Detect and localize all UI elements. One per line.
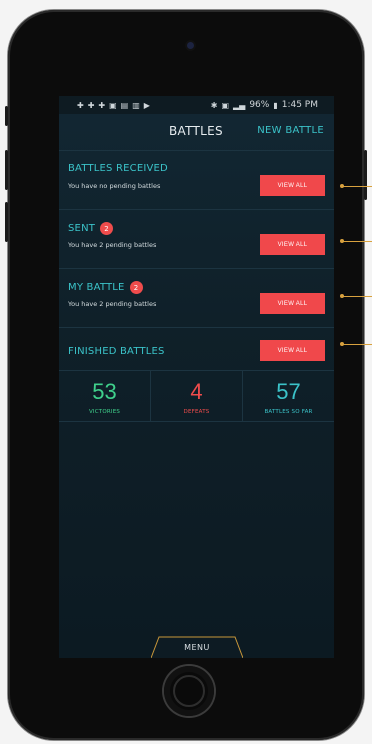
section-finished-battles: FINISHED BATTLES VIEW ALL: [59, 328, 334, 371]
pending-count-badge: 2: [100, 222, 114, 235]
stat-value: 53: [92, 379, 117, 404]
nfc-icon: ▣: [221, 100, 229, 110]
status-system-icons: ✱ ▣ ▂▄ 96% ▮ 1:45 PM: [211, 100, 318, 110]
callout-line: [342, 186, 372, 187]
view-all-sent-button[interactable]: VIEW ALL: [260, 234, 325, 255]
stat-value: 4: [190, 379, 203, 404]
section-battles-received: BATTLES RECEIVED You have no pending bat…: [59, 151, 334, 210]
app-screen: ✚ ✚ ✚ ▣ ▤ ▥ ▶ ✱ ▣ ▂▄ 96% ▮ 1:45 PM BATTL…: [59, 96, 334, 658]
section-title-text: MY BATTLE: [68, 282, 125, 293]
stat-label: BATTLES SO FAR: [264, 409, 313, 415]
notification-icon: ▣: [109, 100, 117, 110]
section-subtitle: You have 2 pending battles: [68, 241, 157, 249]
pending-count-badge: 2: [129, 281, 143, 294]
section-subtitle: You have no pending battles: [68, 182, 161, 190]
app-header: BATTLES NEW BATTLE: [59, 114, 334, 151]
new-battle-button[interactable]: NEW BATTLE: [257, 125, 324, 136]
stat-label: DEFEATS: [183, 409, 210, 415]
section-title-text: BATTLES RECEIVED: [68, 163, 168, 174]
battery-percent: 96%: [249, 100, 270, 110]
notification-icon: ▤: [120, 100, 129, 110]
play-icon: ▶: [143, 100, 150, 110]
callout-dot: [340, 294, 344, 298]
notification-icon: ✚: [87, 100, 95, 110]
section-sent: SENT 2 You have 2 pending battles VIEW A…: [59, 210, 334, 269]
status-time: 1:45 PM: [281, 100, 318, 110]
section-title: BATTLES RECEIVED: [68, 163, 168, 174]
phone-power-button: [364, 150, 367, 200]
status-bar: ✚ ✚ ✚ ▣ ▤ ▥ ▶ ✱ ▣ ▂▄ 96% ▮ 1:45 PM: [59, 96, 334, 114]
notification-icon: ▥: [132, 100, 140, 110]
notification-icon: ✚: [77, 100, 84, 110]
section-title: MY BATTLE 2: [68, 281, 143, 294]
view-all-finished-button[interactable]: VIEW ALL: [260, 340, 325, 361]
section-title-text: SENT: [68, 223, 96, 234]
front-camera: [187, 42, 194, 49]
menu-button[interactable]: MENU: [151, 636, 243, 658]
stat-value: 57: [276, 379, 301, 404]
callout-line: [342, 241, 372, 242]
signal-icon: ▂▄: [233, 100, 246, 110]
battery-icon: ▮: [273, 100, 278, 110]
callout-dot: [340, 342, 344, 346]
stats-bar: 53 VICTORIES 4 DEFEATS 57 BATTLES SO FAR: [59, 371, 334, 422]
home-button[interactable]: [164, 666, 214, 716]
status-notification-icons: ✚ ✚ ✚ ▣ ▤ ▥ ▶: [77, 101, 150, 110]
stat-defeats: 4 DEFEATS: [151, 371, 243, 421]
section-title: FINISHED BATTLES: [68, 346, 165, 357]
view-all-my-battle-button[interactable]: VIEW ALL: [260, 293, 325, 314]
section-title: SENT 2: [68, 222, 114, 235]
stat-battles-so-far: 57 BATTLES SO FAR: [243, 371, 334, 421]
section-subtitle: You have 2 pending battles: [68, 300, 157, 308]
view-all-received-button[interactable]: VIEW ALL: [260, 175, 325, 196]
callout-dot: [340, 184, 344, 188]
section-my-battle: MY BATTLE 2 You have 2 pending battles V…: [59, 269, 334, 328]
page-title: BATTLES: [169, 124, 223, 138]
section-title-text: FINISHED BATTLES: [68, 346, 165, 357]
phone-side-button-mute: [5, 106, 8, 126]
callout-dot: [340, 239, 344, 243]
bluetooth-icon: ✱: [210, 100, 218, 110]
callout-line: [342, 344, 372, 345]
stat-label: VICTORIES: [88, 409, 121, 415]
stat-victories: 53 VICTORIES: [59, 371, 151, 421]
callout-line: [342, 296, 372, 297]
phone-side-button-volume-down: [5, 202, 8, 242]
phone-side-button-volume-up: [5, 150, 8, 190]
notification-icon: ✚: [98, 100, 106, 110]
